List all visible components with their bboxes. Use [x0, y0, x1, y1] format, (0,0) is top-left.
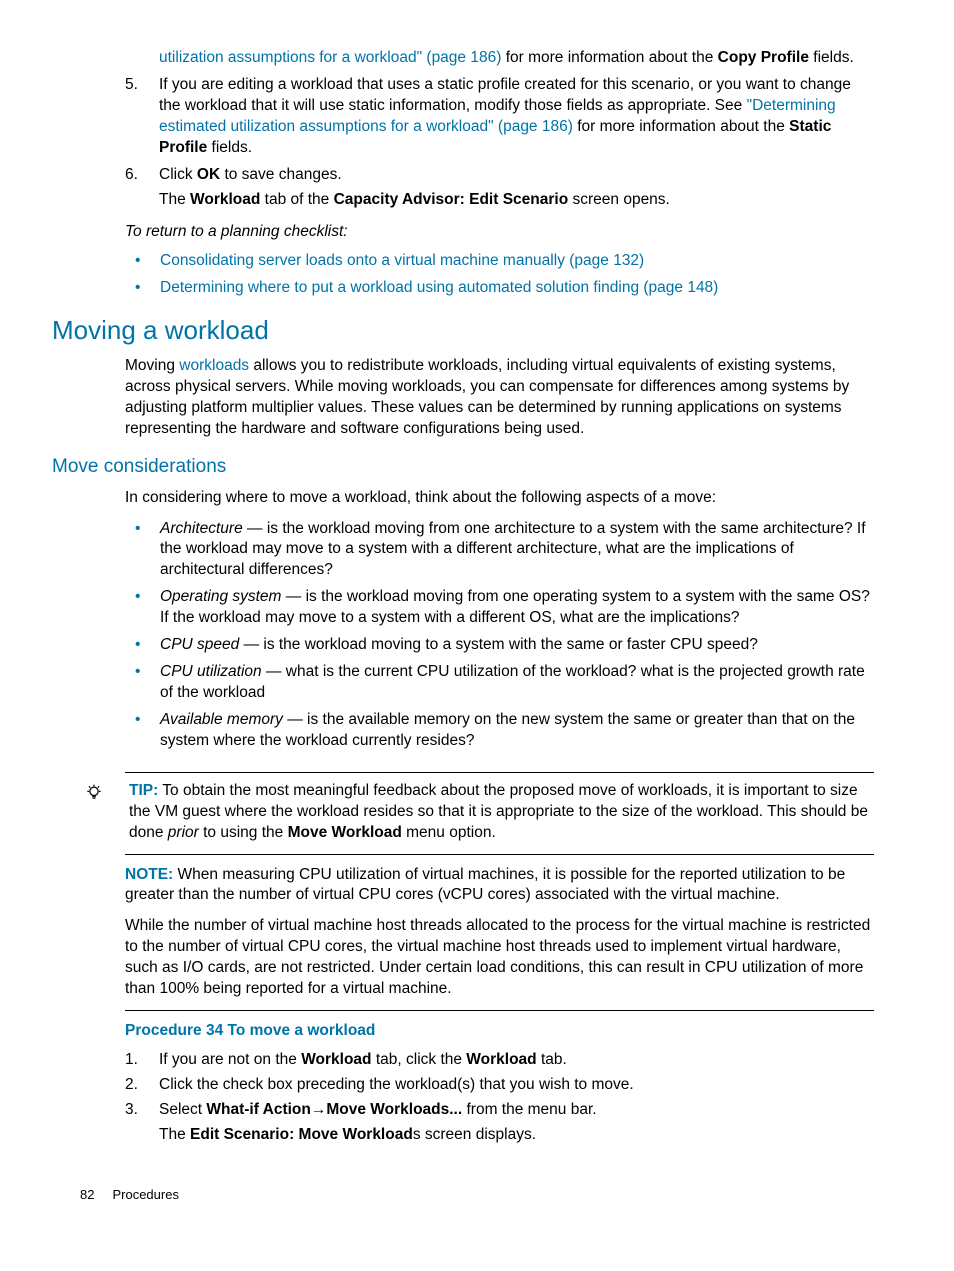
list-marker: 3.: [80, 1100, 157, 1146]
tip-icon: [80, 781, 129, 844]
text: Click the check box preceding the worklo…: [157, 1075, 874, 1096]
list-marker: 1.: [80, 1050, 157, 1071]
list-item: Consolidating server loads onto a virtua…: [80, 251, 874, 272]
text: screen opens.: [568, 191, 670, 208]
term: Operating system: [160, 588, 281, 605]
link-determining-where[interactable]: Determining where to put a workload usin…: [160, 279, 718, 296]
term: CPU speed: [160, 636, 239, 653]
text: for more information about the: [501, 49, 717, 66]
text-bold: Workload: [301, 1051, 371, 1068]
text-italic: prior: [168, 824, 199, 841]
text-bold: OK: [197, 166, 220, 183]
text: to save changes.: [220, 166, 342, 183]
divider: [125, 854, 874, 855]
note-paragraph-1: NOTE: When measuring CPU utilization of …: [125, 865, 874, 907]
text-bold: What-if Action: [206, 1101, 310, 1118]
page-footer: 82 Procedures: [80, 1186, 874, 1204]
list-item: CPU utilization — what is the current CP…: [80, 662, 874, 704]
page-content: utilization assumptions for a workload" …: [80, 48, 874, 1203]
link-workloads[interactable]: workloads: [179, 357, 249, 374]
text: Click: [159, 166, 197, 183]
list-item: CPU speed — is the workload moving to a …: [80, 635, 874, 656]
lightbulb-icon: [84, 783, 104, 803]
paragraph: Moving workloads allows you to redistrib…: [125, 356, 874, 440]
text: When measuring CPU utilization of virtua…: [125, 866, 845, 904]
heading-move-considerations: Move considerations: [52, 454, 874, 480]
section-name: Procedures: [112, 1187, 178, 1202]
text: The: [159, 1126, 190, 1143]
text-bold: Move Workload: [288, 824, 402, 841]
paragraph: In considering where to move a workload,…: [125, 488, 874, 509]
procedure-heading: Procedure 34 To move a workload: [125, 1021, 874, 1042]
note-label: NOTE:: [125, 866, 173, 883]
text: The: [159, 191, 190, 208]
sub-text: The Edit Scenario: Move Workloads screen…: [159, 1125, 874, 1146]
list-item: Architecture — is the workload moving fr…: [80, 519, 874, 582]
term: CPU utilization: [160, 663, 262, 680]
list-item: 1. If you are not on the Workload tab, c…: [80, 1050, 874, 1071]
term: Available memory: [160, 711, 283, 728]
text: Moving: [125, 357, 179, 374]
text: fields.: [207, 139, 252, 156]
numbered-list-continuation: utilization assumptions for a workload" …: [80, 48, 874, 210]
text: tab, click the: [372, 1051, 467, 1068]
list-item: 3. Select What-if Action→Move Workloads.…: [80, 1100, 874, 1146]
arrow-icon: →: [311, 1101, 327, 1118]
text: Select: [159, 1101, 206, 1118]
list-marker: 2.: [80, 1075, 157, 1096]
list-marker: 5.: [80, 75, 157, 159]
sub-text: The Workload tab of the Capacity Advisor…: [159, 190, 874, 211]
text: for more information about the: [573, 118, 789, 135]
link-utilization-assumptions[interactable]: utilization assumptions for a workload" …: [159, 49, 501, 66]
considerations-list: Architecture — is the workload moving fr…: [80, 519, 874, 752]
checklist-intro: To return to a planning checklist:: [125, 222, 874, 243]
list-item: Determining where to put a workload usin…: [80, 278, 874, 299]
heading-moving-workload: Moving a workload: [52, 313, 874, 348]
list-item: Operating system — is the workload movin…: [80, 587, 874, 629]
text: — is the workload moving from one archit…: [160, 520, 866, 579]
divider: [125, 1010, 874, 1011]
text: menu option.: [402, 824, 496, 841]
text: tab.: [537, 1051, 567, 1068]
term: Architecture: [160, 520, 243, 537]
text: s screen displays.: [413, 1126, 536, 1143]
text: to using the: [199, 824, 288, 841]
note-paragraph-2: While the number of virtual machine host…: [125, 916, 874, 1000]
text: — is the workload moving to a system wit…: [239, 636, 758, 653]
text: from the menu bar.: [462, 1101, 596, 1118]
list-item-5: 5. If you are editing a workload that us…: [80, 75, 874, 159]
procedure-list: 1. If you are not on the Workload tab, c…: [80, 1050, 874, 1146]
tip-box: TIP: To obtain the most meaningful feedb…: [80, 781, 874, 844]
text-bold: Move Workloads...: [326, 1101, 462, 1118]
link-consolidating[interactable]: Consolidating server loads onto a virtua…: [160, 252, 644, 269]
list-item: 2. Click the check box preceding the wor…: [80, 1075, 874, 1096]
text-bold: Capacity Advisor: Edit Scenario: [334, 191, 569, 208]
list-item-4-tail: utilization assumptions for a workload" …: [80, 48, 874, 69]
checklist-links: Consolidating server loads onto a virtua…: [80, 251, 874, 299]
text: fields.: [809, 49, 854, 66]
text-bold: Workload: [466, 1051, 536, 1068]
text: tab of the: [260, 191, 333, 208]
tip-label: TIP:: [129, 782, 158, 799]
list-marker: 6.: [80, 165, 157, 211]
page-number: 82: [80, 1186, 94, 1204]
text-bold: Copy Profile: [718, 49, 809, 66]
text-bold: Workload: [190, 191, 260, 208]
text-bold: Edit Scenario: Move Workload: [190, 1126, 413, 1143]
text: If you are not on the: [159, 1051, 301, 1068]
list-item: Available memory — is the available memo…: [80, 710, 874, 752]
divider: [125, 772, 874, 773]
list-item-6: 6. Click OK to save changes. The Workloa…: [80, 165, 874, 211]
tip-text: TIP: To obtain the most meaningful feedb…: [129, 781, 874, 844]
text: — what is the current CPU utilization of…: [160, 663, 865, 701]
